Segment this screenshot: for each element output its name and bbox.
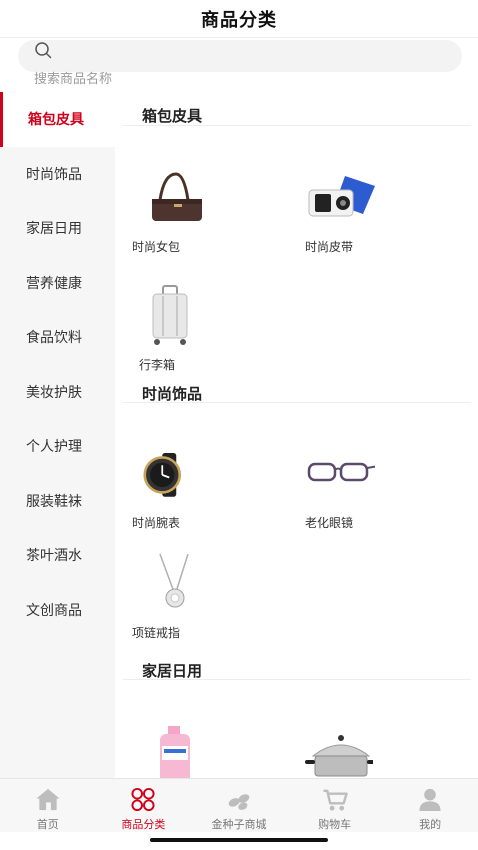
tab-label: 购物车: [318, 819, 352, 831]
sidebar-item-health[interactable]: 营养健康: [0, 256, 115, 311]
product-item[interactable]: [301, 724, 421, 778]
section-title: 时尚饰品: [142, 386, 203, 403]
product-label: 行李箱: [139, 358, 176, 372]
watch-icon: [143, 453, 182, 497]
product-item[interactable]: 行李箱: [139, 284, 259, 384]
seeds-icon: [228, 794, 250, 810]
sidebar-item-label: 食品饮料: [26, 329, 82, 346]
product-item[interactable]: 时尚女包: [132, 166, 252, 266]
sidebar-item-bags[interactable]: 箱包皮具: [0, 92, 115, 147]
product-item[interactable]: 老化眼镜: [305, 442, 425, 542]
top-bar: 商品分类: [0, 0, 478, 38]
tab-label: 金种子商城: [211, 819, 267, 831]
tab-cart[interactable]: 购物车: [287, 779, 383, 832]
search-input[interactable]: 搜索商品名称: [34, 68, 112, 87]
sidebar-item-tea-wine[interactable]: 茶叶酒水: [0, 528, 115, 583]
sidebar-item-label: 服装鞋袜: [26, 492, 82, 509]
product-label: 老化眼镜: [305, 516, 354, 530]
sidebar-item-label: 美妆护肤: [26, 383, 82, 400]
sidebar-item-label: 家居日用: [26, 220, 82, 237]
sidebar-item-label: 箱包皮具: [28, 111, 84, 128]
sidebar-item-label: 营养健康: [26, 274, 82, 291]
handbag-icon: [152, 172, 202, 221]
search-icon: [35, 42, 52, 59]
divider: [123, 402, 471, 403]
detergent-bottle-icon: [160, 726, 190, 778]
sidebar-item-food[interactable]: 食品饮料: [0, 310, 115, 365]
sidebar-item-personal-care[interactable]: 个人护理: [0, 419, 115, 474]
sidebar-item-accessories[interactable]: 时尚饰品: [0, 147, 115, 202]
steamer-pot-icon: [305, 735, 373, 777]
sidebar-item-label: 茶叶酒水: [26, 547, 82, 564]
sidebar-item-household[interactable]: 家居日用: [0, 201, 115, 256]
product-item[interactable]: 项链戒指: [132, 552, 252, 652]
product-label: 项链戒指: [132, 626, 181, 640]
bottom-tab-bar: 首页 商品分类 金种子商城 购物车 我的: [0, 778, 478, 832]
product-label: 时尚女包: [132, 240, 181, 254]
cart-icon: [323, 789, 348, 811]
sidebar-item-creative[interactable]: 文创商品: [0, 583, 115, 638]
suitcase-icon: [152, 285, 188, 345]
product-item[interactable]: 时尚腕表: [132, 442, 252, 542]
category-icon: [131, 787, 155, 812]
product-label: 时尚皮带: [305, 240, 354, 254]
tab-label: 首页: [36, 819, 59, 831]
tab-seed-mall[interactable]: 金种子商城: [191, 779, 287, 832]
sidebar-item-label: 时尚饰品: [26, 165, 82, 182]
product-content: 箱包皮具 时尚女包 时尚皮带 行李箱 时尚饰品 时尚腕表 老化眼镜 项链戒指 家…: [115, 92, 478, 778]
tab-profile[interactable]: 我的: [382, 779, 478, 832]
divider: [123, 125, 471, 126]
tab-home[interactable]: 首页: [0, 779, 96, 832]
section-title: 家居日用: [142, 663, 203, 680]
tab-label: 商品分类: [121, 819, 166, 831]
tab-category[interactable]: 商品分类: [96, 779, 192, 832]
section-title: 箱包皮具: [142, 108, 203, 125]
category-sidebar: 箱包皮具 时尚饰品 家居日用 营养健康 食品饮料 美妆护肤 个人护理 服装鞋袜 …: [0, 92, 115, 778]
user-icon: [419, 788, 441, 812]
home-indicator: [150, 838, 328, 842]
necklace-icon: [159, 553, 189, 608]
product-item[interactable]: 时尚皮带: [305, 166, 425, 266]
sidebar-item-clothing[interactable]: 服装鞋袜: [0, 474, 115, 529]
sidebar-item-beauty[interactable]: 美妆护肤: [0, 365, 115, 420]
product-label: 时尚腕表: [132, 516, 181, 530]
divider: [123, 679, 471, 680]
sidebar-item-label: 个人护理: [26, 438, 82, 455]
search-bar[interactable]: 搜索商品名称: [18, 40, 462, 86]
product-item[interactable]: [132, 724, 252, 778]
home-icon: [36, 788, 60, 811]
glasses-icon: [307, 462, 375, 482]
belt-icon: [308, 176, 375, 217]
page-title: 商品分类: [201, 9, 277, 30]
sidebar-item-label: 文创商品: [26, 601, 82, 618]
tab-label: 我的: [419, 819, 442, 831]
